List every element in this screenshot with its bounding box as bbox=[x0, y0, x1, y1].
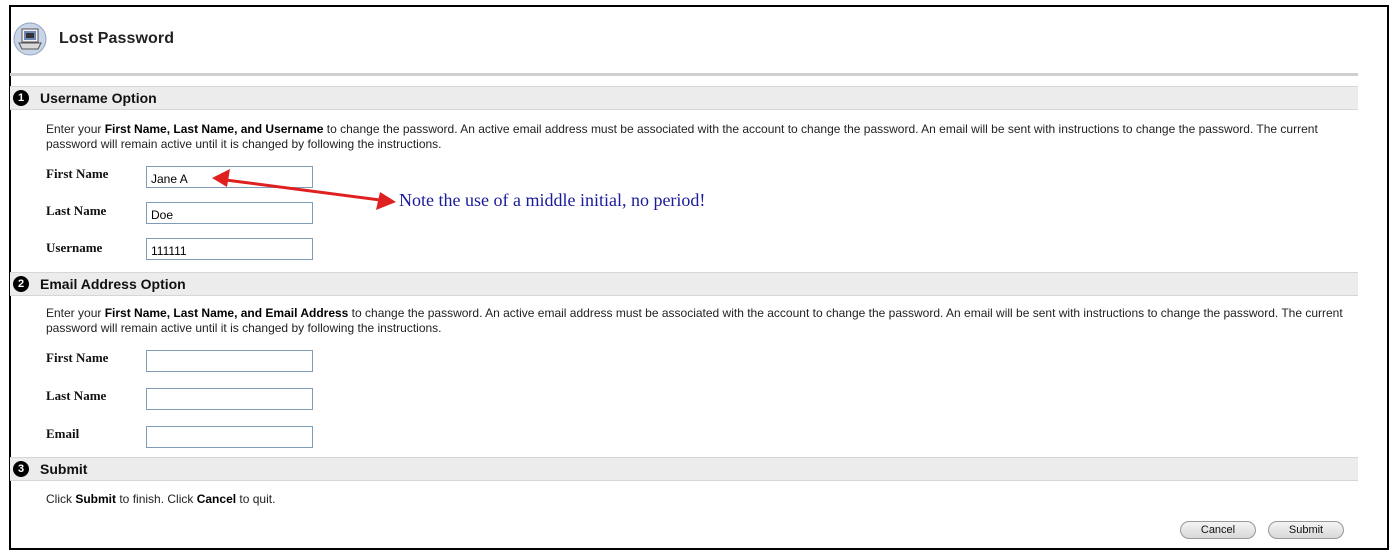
step-1-title: Username Option bbox=[40, 90, 157, 106]
step-3-instructions: Click Submit to finish. Click Cancel to … bbox=[46, 492, 276, 506]
email-option-email-input[interactable] bbox=[146, 426, 313, 448]
email-option-first-name-input[interactable] bbox=[146, 350, 313, 372]
cancel-button[interactable]: Cancel bbox=[1180, 521, 1256, 539]
username-option-last-name-label: Last Name bbox=[46, 203, 107, 218]
step-2-instructions: Enter your First Name, Last Name, and Em… bbox=[46, 306, 1343, 335]
step-2-title: Email Address Option bbox=[40, 276, 186, 292]
annotation-arrow-icon bbox=[212, 169, 396, 210]
username-option-username-input[interactable] bbox=[146, 238, 313, 260]
step-3-number-icon: 3 bbox=[13, 461, 29, 477]
cancel-button-label: Cancel bbox=[1200, 524, 1236, 536]
email-option-email-label: Email bbox=[46, 426, 80, 441]
email-option-last-name-label: Last Name bbox=[46, 388, 107, 403]
step-1-header: 1 Username Option bbox=[10, 86, 1358, 110]
lost-password-icon bbox=[13, 22, 47, 56]
username-option-first-name-label: First Name bbox=[46, 166, 109, 181]
step-1-number-icon: 1 bbox=[13, 90, 29, 106]
step-3-title: Submit bbox=[40, 461, 88, 477]
step-2-header: 2 Email Address Option bbox=[10, 272, 1358, 296]
email-option-first-name-label: First Name bbox=[46, 350, 109, 365]
email-option-last-name-input[interactable] bbox=[146, 388, 313, 410]
submit-button[interactable]: Submit bbox=[1268, 521, 1344, 539]
submit-button-label: Submit bbox=[1288, 524, 1324, 536]
step-2-number-icon: 2 bbox=[13, 276, 29, 292]
step-1-instructions: Enter your First Name, Last Name, and Us… bbox=[46, 122, 1318, 151]
page-title: Lost Password bbox=[59, 30, 175, 47]
annotation-note: Note the use of a middle initial, no per… bbox=[399, 190, 706, 210]
step-3-header: 3 Submit bbox=[10, 457, 1358, 481]
username-option-username-label: Username bbox=[46, 240, 103, 255]
page-header: Lost Password bbox=[10, 22, 1380, 66]
header-divider bbox=[10, 73, 1358, 76]
